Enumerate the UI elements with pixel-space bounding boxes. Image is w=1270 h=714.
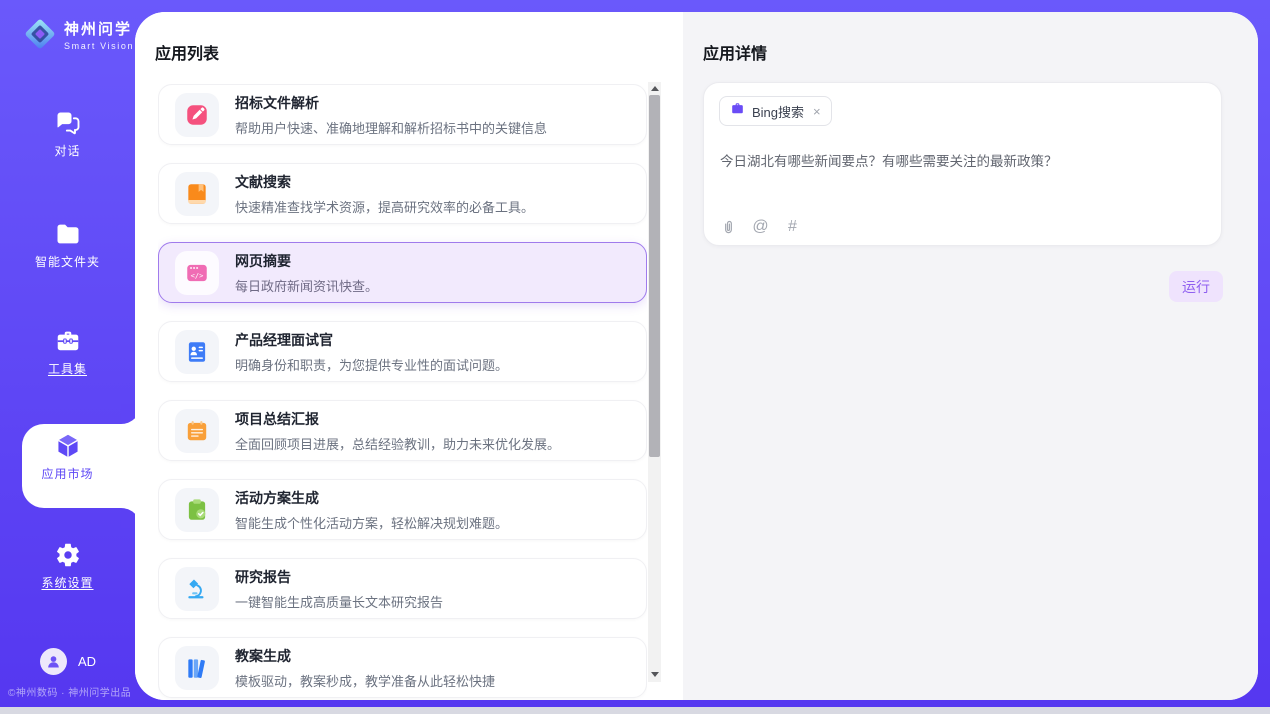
main-panel: 应用列表 招标文件解析 帮助用户快速、准确地理解和解析招标书中的关键信息 文献搜…: [135, 12, 1258, 700]
attachment-icon[interactable]: [720, 218, 737, 236]
app-list-title: 应用列表: [155, 40, 219, 64]
sidebar-item-app-market[interactable]: 应用市场: [0, 432, 135, 482]
microscope-icon: [184, 576, 210, 602]
app-card-3[interactable]: </> 网页摘要 每日政府新闻资讯快查。: [158, 242, 647, 303]
run-button[interactable]: 运行: [1169, 271, 1223, 302]
user-name: AD: [78, 654, 96, 669]
scroll-down-button[interactable]: [648, 668, 661, 680]
prompt-input[interactable]: 今日湖北有哪些新闻要点？有哪些需要关注的最新政策？: [720, 152, 1206, 172]
app-window: { "sidebar": { "logo": { "title": "神州问学"…: [0, 0, 1270, 714]
cube-icon: [54, 432, 82, 460]
sidebar-item-system-settings[interactable]: 系统设置: [0, 541, 135, 591]
app-card-4[interactable]: 产品经理面试官 明确身份和职责，为您提供专业性的面试问题。: [158, 321, 647, 382]
toolbox-icon: [54, 327, 82, 355]
scrollbar-track[interactable]: [648, 82, 661, 682]
prompt-toolbar: @#: [720, 218, 801, 236]
book-icon: [184, 181, 210, 207]
sidebar-footer: ©神州数码 · 神州问学出品: [8, 684, 135, 699]
svg-text:</>: </>: [191, 270, 204, 279]
clipboard-icon: [184, 497, 210, 523]
calendar-icon: [184, 418, 210, 444]
gear-icon: [54, 541, 82, 569]
app-card-8[interactable]: 教案生成 模板驱动，教案秒成，教学准备从此轻松快捷: [158, 637, 647, 698]
avatar: [40, 648, 67, 675]
sidebar-item-smart-folder[interactable]: 智能文件夹: [0, 220, 135, 270]
webpage-icon: </>: [184, 260, 210, 286]
sidebar-item-toolset[interactable]: 工具集: [0, 327, 135, 377]
folder-icon: [54, 220, 82, 248]
app-card-2[interactable]: 文献搜索 快速精准查找学术资源，提高研究效率的必备工具。: [158, 163, 647, 224]
tool-tag-bing-search[interactable]: Bing搜索 ×: [719, 96, 832, 126]
app-card-5[interactable]: 项目总结汇报 全面回顾项目进展，总结经验教训，助力未来优化发展。: [158, 400, 647, 461]
tool-tag-label: Bing搜索: [752, 102, 804, 121]
briefcase-icon: [730, 101, 745, 121]
hash-icon[interactable]: #: [784, 218, 801, 236]
app-list: 招标文件解析 帮助用户快速、准确地理解和解析招标书中的关键信息 文献搜索 快速精…: [158, 84, 647, 700]
interviewer-icon: [184, 339, 210, 365]
app-logo: 神州问学 Smart Vision: [22, 16, 134, 52]
books-icon: [184, 655, 210, 681]
mention-icon[interactable]: @: [752, 218, 769, 236]
app-detail-section: 应用详情 Bing搜索 × 今日湖北有哪些新闻要点？有哪些需要关注的最新政策？ …: [683, 12, 1258, 700]
chat-icon: [54, 109, 82, 137]
logo-title: 神州问学: [64, 18, 134, 39]
app-detail-title: 应用详情: [703, 40, 767, 64]
tag-close-icon[interactable]: ×: [813, 104, 821, 119]
app-card-6[interactable]: 活动方案生成 智能生成个性化活动方案，轻松解决规划难题。: [158, 479, 647, 540]
user-account[interactable]: AD: [40, 648, 96, 675]
scroll-down-icon: [651, 672, 659, 677]
bid-doc-icon: [184, 102, 210, 128]
app-list-section: 应用列表 招标文件解析 帮助用户快速、准确地理解和解析招标书中的关键信息 文献搜…: [135, 12, 683, 700]
diamond-logo-icon: [22, 16, 58, 52]
scrollbar-thumb[interactable]: [649, 95, 660, 457]
logo-subtitle: Smart Vision: [64, 41, 134, 51]
scroll-up-icon: [651, 86, 659, 91]
scroll-up-button[interactable]: [648, 82, 661, 94]
app-card-7[interactable]: 研究报告 一键智能生成高质量长文本研究报告: [158, 558, 647, 619]
app-card-1[interactable]: 招标文件解析 帮助用户快速、准确地理解和解析招标书中的关键信息: [158, 84, 647, 145]
sidebar-item-chat[interactable]: 对话: [0, 109, 135, 159]
window-bottom-strip: [0, 707, 1270, 714]
prompt-card: Bing搜索 × 今日湖北有哪些新闻要点？有哪些需要关注的最新政策？ @#: [703, 82, 1222, 246]
sidebar: 神州问学 Smart Vision 对话 智能文件夹 工具集 应用市场 系统设置…: [0, 0, 135, 714]
